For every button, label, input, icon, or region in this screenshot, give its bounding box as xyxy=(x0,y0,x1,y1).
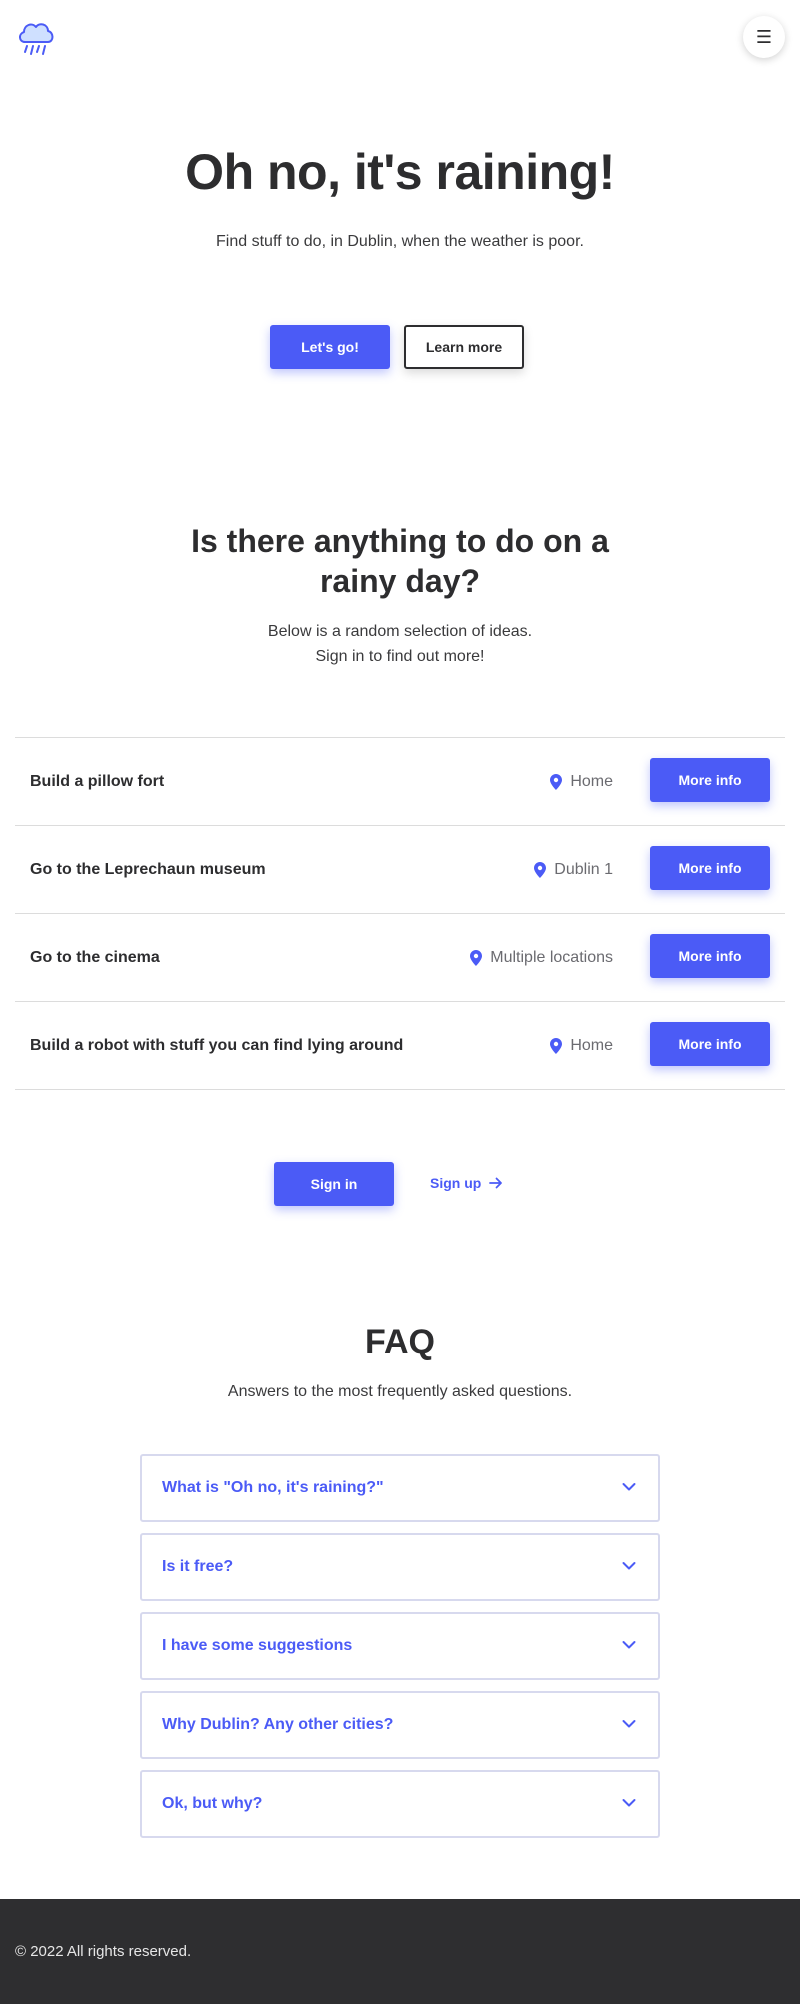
idea-location: Home xyxy=(550,1037,613,1055)
ideas-subtitle-line2: Sign in to find out more! xyxy=(315,648,485,665)
faq-item[interactable]: I have some suggestions xyxy=(140,1612,660,1680)
ideas-list: Build a pillow fort Home More info Go to… xyxy=(15,737,785,1090)
hero-subtitle: Find stuff to do, in Dublin, when the we… xyxy=(216,233,584,250)
chevron-down-icon xyxy=(622,1483,636,1491)
chevron-down-icon xyxy=(622,1720,636,1728)
more-info-button[interactable]: More info xyxy=(650,846,770,890)
list-item: Build a robot with stuff you can find ly… xyxy=(15,1002,785,1090)
sign-up-link[interactable]: Sign up xyxy=(430,1175,503,1191)
idea-location-label: Dublin 1 xyxy=(554,861,613,878)
idea-location-label: Home xyxy=(570,1037,613,1054)
menu-button[interactable]: ☰ xyxy=(743,16,785,58)
faq-item[interactable]: Why Dublin? Any other cities? xyxy=(140,1691,660,1759)
faq-question: What is "Oh no, it's raining?" xyxy=(162,1479,384,1496)
idea-location: Multiple locations xyxy=(470,949,613,967)
list-item: Go to the Leprechaun museum Dublin 1 Mor… xyxy=(15,826,785,914)
more-info-button[interactable]: More info xyxy=(650,1022,770,1066)
lets-go-button[interactable]: Let's go! xyxy=(270,325,390,369)
more-info-button[interactable]: More info xyxy=(650,934,770,978)
sign-up-label: Sign up xyxy=(430,1175,482,1191)
hero-title: Oh no, it's raining! xyxy=(185,144,615,200)
faq-question: Ok, but why? xyxy=(162,1795,263,1812)
faq-item[interactable]: What is "Oh no, it's raining?" xyxy=(140,1454,660,1522)
learn-more-button[interactable]: Learn more xyxy=(404,325,524,369)
map-pin-icon xyxy=(470,950,483,966)
ideas-title: Is there anything to do on a rainy day? xyxy=(191,523,609,599)
faq-item[interactable]: Ok, but why? xyxy=(140,1770,660,1838)
copyright-text: © 2022 All rights reserved. xyxy=(15,1943,192,1960)
sign-in-button[interactable]: Sign in xyxy=(274,1162,394,1206)
faq-subtitle: Answers to the most frequently asked que… xyxy=(227,1383,573,1400)
faq-question: I have some suggestions xyxy=(162,1637,353,1654)
map-pin-icon xyxy=(550,774,563,790)
footer: © 2022 All rights reserved. xyxy=(0,1899,800,2004)
chevron-down-icon xyxy=(622,1641,636,1649)
idea-location: Dublin 1 xyxy=(534,861,613,879)
idea-location-label: Home xyxy=(570,773,613,790)
faq-item[interactable]: Is it free? xyxy=(140,1533,660,1601)
faq-question: Why Dublin? Any other cities? xyxy=(162,1716,394,1733)
map-pin-icon xyxy=(534,862,547,878)
ideas-subtitle-line1: Below is a random selection of ideas. xyxy=(267,623,533,640)
idea-location: Home xyxy=(550,773,613,791)
arrow-right-icon xyxy=(489,1177,503,1189)
map-pin-icon xyxy=(550,1038,563,1054)
idea-title: Build a robot with stuff you can find ly… xyxy=(30,1037,404,1054)
idea-title: Go to the Leprechaun museum xyxy=(30,861,266,878)
idea-title: Build a pillow fort xyxy=(30,773,165,790)
chevron-down-icon xyxy=(622,1562,636,1570)
idea-title: Go to the cinema xyxy=(30,949,160,966)
rain-cloud-icon[interactable] xyxy=(15,16,57,58)
list-item: Go to the cinema Multiple locations More… xyxy=(15,914,785,1002)
hamburger-icon: ☰ xyxy=(755,26,773,47)
chevron-down-icon xyxy=(622,1799,636,1807)
faq-title: FAQ xyxy=(365,1323,435,1361)
more-info-button[interactable]: More info xyxy=(650,758,770,802)
list-item: Build a pillow fort Home More info xyxy=(15,738,785,826)
faq-question: Is it free? xyxy=(162,1558,234,1575)
idea-location-label: Multiple locations xyxy=(490,949,613,966)
header: ☰ xyxy=(0,0,800,75)
